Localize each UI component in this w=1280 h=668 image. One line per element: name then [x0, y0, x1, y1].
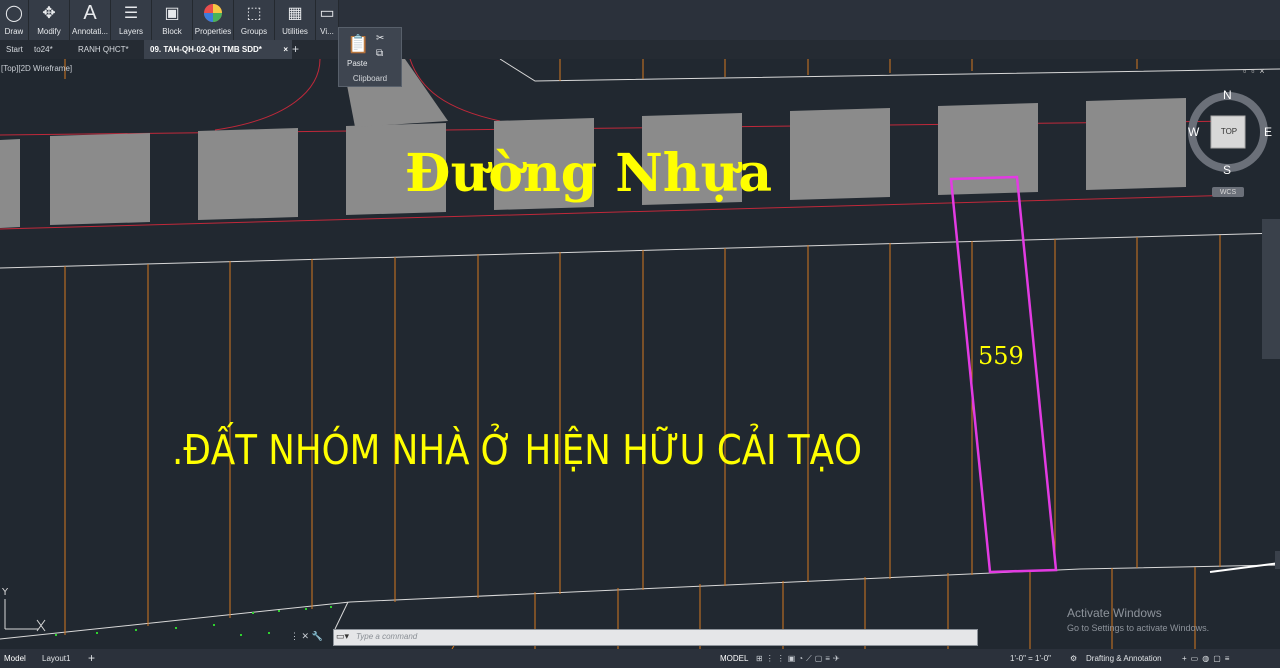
zone-label: .ĐẤT NHÓM NHÀ Ở HIỆN HỮU CẢI TẠO	[172, 422, 862, 474]
wrench-icon[interactable]: 🔧	[312, 631, 323, 641]
clipboard-panel: 📋 Paste ✂ ⧉ Clipboard	[338, 27, 402, 87]
calculator-icon: ▦	[287, 5, 303, 22]
units-icon[interactable]: ▭	[1191, 654, 1203, 663]
layers-icon: ☰	[123, 5, 139, 22]
command-line[interactable]: ▭▾ Type a command	[333, 629, 978, 646]
add-layout-icon[interactable]: +	[88, 649, 95, 668]
command-line-controls[interactable]: ⋮ ✕ 🔧	[290, 631, 323, 642]
view-icon: ▭	[319, 5, 335, 22]
road-edge-top	[0, 120, 1241, 136]
highlighted-parcel-outline[interactable]	[949, 175, 1058, 574]
status-extra-icons[interactable]: +▭◍▢≡	[1182, 649, 1233, 668]
ribbon-block-button[interactable]: ▣ Block	[152, 0, 193, 40]
annotation-visibility-icon[interactable]: ✈	[833, 654, 843, 663]
object-snap-icon[interactable]: ▢	[815, 654, 826, 663]
copy-icon[interactable]: ⧉	[376, 48, 383, 59]
plus-icon[interactable]: +	[1182, 654, 1191, 663]
cad-drawing: Đường Nhựa 559 .ĐẤT NHÓM NHÀ Ở HIỆN HỮU …	[0, 59, 1280, 649]
viewcube[interactable]: N S W E TOP WCS	[1186, 88, 1276, 198]
status-toggles[interactable]: ⊞⋮⋮▣◔⟋▢≡✈	[756, 649, 843, 668]
close-viewport-icon[interactable]: ×	[1259, 66, 1269, 76]
tab-start[interactable]: Start	[0, 40, 29, 59]
minimize-icon[interactable]: ▫	[1243, 66, 1251, 76]
close-icon[interactable]: ✕	[302, 631, 310, 641]
block-icon: ▣	[164, 5, 180, 22]
compass-ring-icon	[1188, 92, 1268, 197]
road-label: Đường Nhựa	[405, 143, 772, 204]
lineweight-icon[interactable]: ≡	[825, 654, 833, 663]
workspace-switch[interactable]: Drafting & Annotation	[1086, 649, 1162, 668]
isolate-icon[interactable]: ◍	[1202, 654, 1213, 663]
activate-windows-title: Activate Windows	[1067, 606, 1162, 620]
draw-icon: ◯	[5, 5, 23, 22]
tab-to24[interactable]: to24*	[28, 40, 59, 59]
status-bar: Model Layout1 + MODEL ⊞⋮⋮▣◔⟋▢≡✈ 1'-0" = …	[0, 649, 1280, 668]
ribbon-properties-button[interactable]: Properties	[193, 0, 234, 40]
menu-icon[interactable]: ≡	[1225, 654, 1234, 663]
ucs-menu[interactable]: WCS	[1212, 189, 1244, 196]
layout-tab-model[interactable]: Model	[4, 649, 26, 668]
fullscreen-icon[interactable]: ▢	[1213, 654, 1225, 663]
color-wheel-icon	[203, 0, 223, 26]
drawing-canvas[interactable]: Đường Nhựa 559 .ĐẤT NHÓM NHÀ Ở HIỆN HỮU …	[0, 59, 1280, 649]
isodraft-icon[interactable]: ⟋	[806, 654, 815, 663]
gear-icon[interactable]: ⚙	[1070, 649, 1077, 668]
tab-active-label: 09. TAH-QH-02-QH TMB SDD*	[150, 45, 262, 54]
viewcube-top-face[interactable]: TOP	[1212, 127, 1246, 136]
groups-icon: ⬚	[246, 5, 262, 22]
activate-windows-subtitle: Go to Settings to activate Windows.	[1067, 623, 1210, 633]
paste-button[interactable]: Paste	[347, 59, 367, 68]
tab-ranh-qhct[interactable]: RANH QHCT*	[72, 40, 135, 59]
cut-icon[interactable]: ✂	[376, 33, 384, 44]
annotation-scale[interactable]: 1'-0" = 1'-0"	[1010, 649, 1051, 668]
layout-tab-layout1[interactable]: Layout1	[42, 649, 70, 668]
parcel-number: 559	[978, 342, 1024, 370]
viewport-window-controls[interactable]: ▫▫×	[1243, 66, 1270, 76]
navigation-bar[interactable]	[1262, 219, 1280, 359]
paste-icon[interactable]: 📋	[347, 34, 369, 55]
ribbon-modify-button[interactable]: ✥ Modify	[29, 0, 70, 40]
compass-north[interactable]: N	[1223, 88, 1232, 102]
model-space-button[interactable]: MODEL	[720, 649, 748, 668]
axis-y-label: Y	[1, 587, 9, 598]
lot-front-line	[0, 232, 1280, 269]
clipboard-panel-title: Clipboard	[352, 74, 388, 83]
snap-icon[interactable]: ⋮⋮	[766, 654, 788, 663]
grid-icon[interactable]: ⊞	[756, 654, 766, 663]
ortho-icon[interactable]: ▣	[788, 654, 799, 663]
ucs-axis-icon	[4, 599, 46, 632]
grip-icon[interactable]: ⋮	[290, 631, 299, 641]
ribbon-annotation-button[interactable]: A Annotati...	[70, 0, 111, 40]
ribbon-utilities-button[interactable]: ▦ Utilities	[275, 0, 316, 40]
curb-curve	[214, 59, 321, 131]
compass-west[interactable]: W	[1188, 125, 1199, 139]
command-icon: ▭▾	[336, 631, 350, 641]
new-tab-button[interactable]: +	[286, 40, 305, 59]
ribbon-layers-button[interactable]: ☰ Layers	[111, 0, 152, 40]
text-a-icon: A	[83, 1, 97, 24]
move-icon: ✥	[42, 5, 56, 22]
ribbon-draw-button[interactable]: ◯ Draw	[0, 0, 29, 40]
ribbon-groups-button[interactable]: ⬚ Groups	[234, 0, 275, 40]
polar-icon[interactable]: ◔	[798, 654, 806, 663]
command-input[interactable]: Type a command	[356, 632, 417, 641]
file-tabs: Start to24* RANH QHCT* 09. TAH-QH-02-QH …	[0, 40, 1280, 59]
tab-active-drawing[interactable]: 09. TAH-QH-02-QH TMB SDD* ×	[144, 40, 292, 59]
ribbon: ◯ Draw ✥ Modify A Annotati... ☰ Layers ▣…	[0, 0, 1280, 41]
compass-south[interactable]: S	[1223, 163, 1231, 177]
viewport-controls-label[interactable]: [Top][2D Wireframe]	[1, 64, 72, 73]
compass-east[interactable]: E	[1264, 125, 1272, 139]
ribbon-view-button[interactable]: ▭ Vi...	[316, 0, 339, 40]
